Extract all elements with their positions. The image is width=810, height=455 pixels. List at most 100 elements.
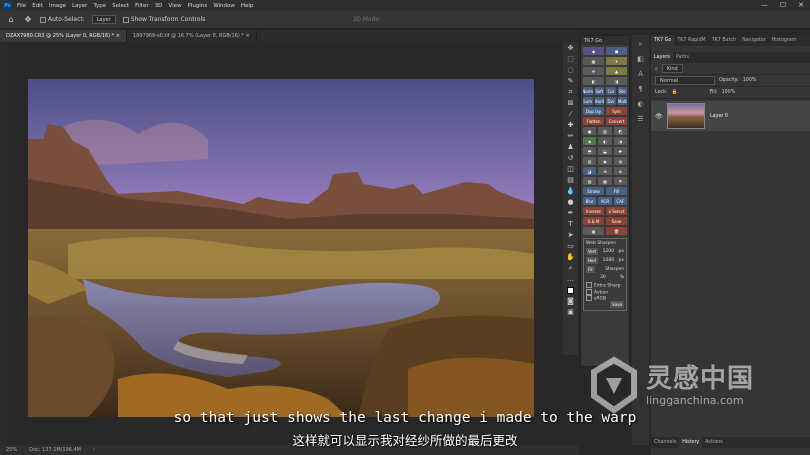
tk7-flatten-button[interactable]: Flatten [583,117,604,125]
color-panel-icon[interactable]: ◧ [634,53,647,65]
tk7-norm-button[interactable]: Norm [583,87,593,95]
screen-mode-icon[interactable]: ▣ [565,307,576,317]
tk7-icon-button[interactable]: ◼ [606,47,627,55]
tk7-icon-button[interactable]: ⬒ [583,147,597,155]
vert-button[interactable]: Vert [586,248,599,255]
fit-button[interactable]: Fit [586,266,595,273]
zoom-tool-icon[interactable]: ⌕ [565,263,576,273]
history-brush-tool-icon[interactable]: ↺ [565,153,576,163]
close-tab-icon[interactable]: × [116,33,120,39]
path-select-tool-icon[interactable]: ➤ [565,230,576,240]
tk7-icon-button[interactable]: ◩ [613,127,627,135]
tk7-icon-button[interactable]: ▦ [583,57,604,65]
tk7-save-button[interactable]: Save [606,217,627,225]
tk7-icon-button[interactable]: ◧ [583,77,604,85]
move-tool-icon[interactable]: ✥ [565,43,576,53]
menu-edit[interactable]: Edit [32,3,43,9]
web-sharpen-save-button[interactable]: Save [610,300,624,308]
tk7-icon-button[interactable]: ◨ [606,77,627,85]
layer-row[interactable]: 👁 Layer 0 [651,101,810,131]
tk7-trash-icon[interactable]: 🗑 [606,227,627,235]
tk7-fill-button[interactable]: Fill [606,187,627,195]
eyedropper-tool-icon[interactable]: ⁄ [565,109,576,119]
menu-window[interactable]: Window [213,3,235,9]
tk7-acr-button[interactable]: ACR [598,197,612,205]
character-panel-icon[interactable]: A [634,68,647,80]
move-icon[interactable]: ✥ [23,15,33,25]
tk7-icon-button[interactable]: ▥ [583,157,597,165]
menu-plugins[interactable]: Plugins [187,3,207,9]
fill-value[interactable]: 100% [722,90,736,95]
doc-tab-2[interactable]: 1897969-s0.tif @ 16.7% (Layer 0, RGB/16)… [127,30,257,42]
paragraph-panel-icon[interactable]: ¶ [634,83,647,95]
tk7-icon-button[interactable]: ◉ [598,157,612,165]
canyon-photo[interactable] [28,79,534,417]
kind-dropdown[interactable]: Kind [661,64,683,73]
properties-panel-icon[interactable]: ☰ [634,113,647,125]
tk7-sym-button[interactable]: Sym [606,107,627,115]
menu-filter[interactable]: Filter [135,3,149,9]
minimize-button[interactable]: — [761,1,768,9]
show-transform-checkbox[interactable]: Show Transform Controls [122,16,205,23]
pen-tool-icon[interactable]: ✒ [565,208,576,218]
tab-tk7-rapidm[interactable]: TK7 RapidM [674,35,708,46]
tk7-mult-button[interactable]: Mult [617,97,627,105]
adjustments-panel-icon[interactable]: ◐ [634,98,647,110]
vert-value[interactable]: 1200 [603,249,614,254]
maximize-button[interactable]: ☐ [780,1,786,9]
layer-name[interactable]: Layer 0 [710,114,728,119]
tk7-icon-button[interactable]: ▲ [606,67,627,75]
lasso-tool-icon[interactable]: ◌ [565,65,576,75]
home-icon[interactable]: ⌂ [6,15,16,25]
lock-icon[interactable]: 🔒 [672,90,678,95]
tab-paths[interactable]: Paths [673,52,692,63]
healing-tool-icon[interactable]: ✚ [565,120,576,130]
eraser-tool-icon[interactable]: ◫ [565,164,576,174]
frame-tool-icon[interactable]: ⊠ [565,98,576,108]
tk7-icon-button[interactable]: ✣ [583,67,604,75]
collapse-icon[interactable]: » [634,38,647,50]
crop-tool-icon[interactable]: ⌗ [565,87,576,97]
tk7-blur-button[interactable]: Blur [583,197,597,205]
auto-select-checkbox[interactable]: Auto-Select: [40,16,85,23]
tk7-sto-button[interactable]: Sto [617,87,627,95]
menu-select[interactable]: Select [112,3,129,9]
tk7-icon-button[interactable]: ◈ [583,137,597,145]
canvas-area[interactable] [7,42,555,445]
sharpen-value[interactable]: 30 [600,275,606,280]
tk7-caf-button[interactable]: CAF [613,197,627,205]
menu-type[interactable]: Type [93,3,106,9]
tk7-icon-button[interactable]: ⚑ [613,177,627,185]
tk7-hard-button[interactable]: Hard [594,97,604,105]
tk7-soft-button[interactable]: Soft [594,87,604,95]
tab-layers[interactable]: Layers [651,52,673,63]
tk7-icon-button[interactable]: ◆ [583,47,604,55]
text-tool-icon[interactable]: T [565,219,576,229]
menu-layer[interactable]: Layer [72,3,87,9]
stamp-tool-icon[interactable]: ♟ [565,142,576,152]
quick-select-tool-icon[interactable]: ✎ [565,76,576,86]
tk7-icon-button[interactable]: ✦ [606,57,627,65]
doc-tab-1[interactable]: DZAX7980.CR3 @ 25% (Layer 0, RGB/16) * × [0,30,127,42]
tk7-icon-button[interactable]: ⊗ [613,167,627,175]
menu-3d[interactable]: 3D [155,3,163,9]
gradient-tool-icon[interactable]: ▤ [565,175,576,185]
tk7-lum-button[interactable]: Lum [583,97,593,105]
brush-tool-icon[interactable]: ✏ [565,131,576,141]
tk7-s-and-m-button[interactable]: S & M [583,217,604,225]
tab-histogram[interactable]: Histogram [769,35,800,46]
tk7-icon-button[interactable]: ◪ [583,167,597,175]
tab-tk7-go[interactable]: TK7 Go [651,35,675,46]
tk7-icon-button[interactable]: ▦ [583,227,604,235]
tk7-icon-button[interactable]: ▨ [583,177,597,185]
menu-file[interactable]: File [17,3,26,9]
menu-help[interactable]: Help [241,3,254,9]
tk7-icon-button[interactable]: ▧ [598,127,612,135]
hori-button[interactable]: Hori [586,257,599,264]
more-tools-icon[interactable]: … [565,274,576,284]
tk7-icon-button[interactable]: ◍ [613,157,627,165]
tk7-col-button[interactable]: Col [606,87,616,95]
layer-dropdown[interactable]: Layer [91,15,116,24]
tk7-convert-button[interactable]: Convert [606,117,627,125]
blend-mode-dropdown[interactable]: Normal [655,76,715,85]
